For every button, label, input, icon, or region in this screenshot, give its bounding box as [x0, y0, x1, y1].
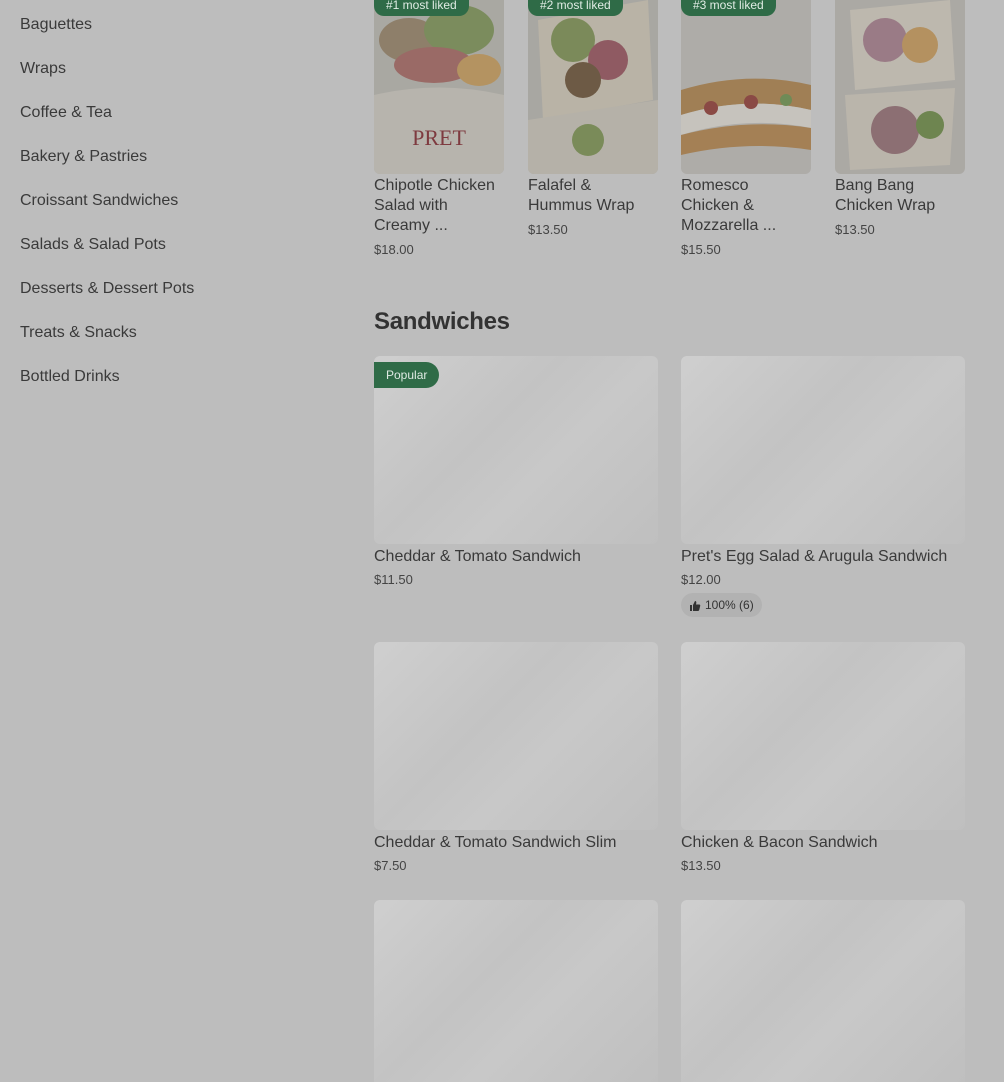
- most-liked-badge: #3 most liked: [681, 0, 776, 16]
- product-image: PRET: [374, 0, 504, 174]
- product-name: Chicken & Bacon Sandwich: [681, 834, 878, 851]
- product-price: $7.50: [374, 858, 407, 873]
- product-image-placeholder: [681, 642, 965, 830]
- product-name: Bang Bang Chicken Wrap: [835, 177, 936, 214]
- thumbs-up-icon: [690, 600, 701, 611]
- product-name: Falafel & Hummus Wrap: [528, 177, 635, 214]
- product-price: $18.00: [374, 242, 414, 257]
- sidebar-item-treats-snacks[interactable]: Treats & Snacks: [20, 323, 137, 343]
- most-liked-badge: #1 most liked: [374, 0, 469, 16]
- popular-badge: Popular: [374, 362, 440, 388]
- sidebar-item-bakery-pastries[interactable]: Bakery & Pastries: [20, 147, 147, 167]
- sidebar-item-desserts[interactable]: Desserts & Dessert Pots: [20, 279, 194, 299]
- product-image-placeholder: [681, 900, 965, 1082]
- rating-text: 100% (6): [705, 598, 754, 612]
- product-image: [681, 0, 811, 174]
- product-price: $12.00: [681, 572, 721, 587]
- product-price: $13.50: [681, 858, 721, 873]
- product-image-placeholder: [374, 900, 658, 1082]
- product-price: $13.50: [835, 222, 875, 237]
- svg-text:PRET: PRET: [412, 125, 466, 150]
- section-title: Sandwiches: [374, 308, 510, 335]
- product-name: Cheddar & Tomato Sandwich: [374, 548, 581, 565]
- product-name: Romesco Chicken & Mozzarella ...: [681, 177, 777, 234]
- product-price: $13.50: [528, 222, 568, 237]
- sidebar-item-wraps[interactable]: Wraps: [20, 59, 66, 79]
- product-name: Chipotle Chicken Salad with Creamy ...: [374, 177, 495, 234]
- rating-badge: 100% (6): [681, 593, 762, 617]
- product-image: [528, 0, 658, 174]
- product-name: Cheddar & Tomato Sandwich Slim: [374, 834, 617, 851]
- product-image-placeholder: [374, 642, 658, 830]
- sidebar-item-croissant-sandwiches[interactable]: Croissant Sandwiches: [20, 191, 178, 211]
- sidebar-item-baguettes[interactable]: Baguettes: [20, 15, 92, 35]
- product-name: Pret's Egg Salad & Arugula Sandwich: [681, 548, 948, 565]
- product-image-placeholder: [681, 356, 965, 544]
- most-liked-badge: #2 most liked: [528, 0, 623, 16]
- product-price: $15.50: [681, 242, 721, 257]
- sidebar-item-salads[interactable]: Salads & Salad Pots: [20, 235, 166, 255]
- sidebar-item-bottled-drinks[interactable]: Bottled Drinks: [20, 367, 120, 387]
- sidebar-item-coffee-tea[interactable]: Coffee & Tea: [20, 103, 112, 123]
- product-price: $11.50: [374, 572, 413, 587]
- product-image: [835, 0, 965, 174]
